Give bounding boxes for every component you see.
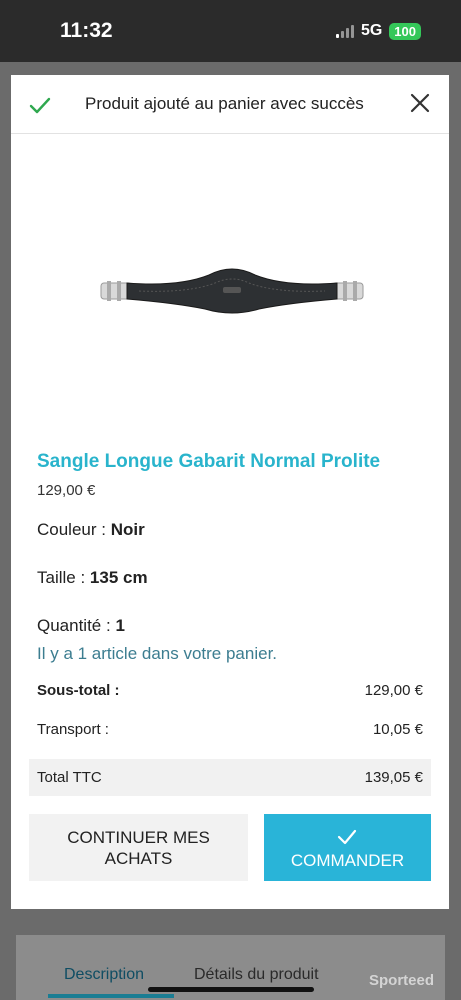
battery-icon: 100: [389, 22, 421, 40]
product-name[interactable]: Sangle Longue Gabarit Normal Prolite: [37, 451, 380, 473]
add-to-cart-modal: Produit ajouté au panier avec succès San…: [11, 75, 449, 909]
product-quantity: Quantité : 1: [37, 616, 125, 636]
product-price: 129,00 €: [37, 482, 96, 499]
total-value: 139,05 €: [364, 769, 423, 786]
size-value: 135 cm: [89, 568, 148, 587]
total-row: Total TTC 139,05 €: [37, 769, 423, 786]
clock: 11:32: [60, 19, 113, 42]
product-color: Couleur : Noir: [37, 520, 145, 540]
check-icon: [337, 829, 357, 845]
size-label: Taille :: [37, 568, 90, 587]
tab-description[interactable]: Description: [64, 966, 144, 984]
tab-product-details[interactable]: Détails du produit: [194, 966, 319, 984]
quantity-label: Quantité :: [37, 616, 116, 635]
checkout-button-label: COMMANDER: [290, 851, 405, 870]
color-value: Noir: [110, 520, 145, 539]
close-icon[interactable]: [409, 92, 431, 114]
continue-shopping-button[interactable]: CONTINUER MES ACHATS: [29, 814, 248, 881]
product-image: [100, 268, 364, 314]
shipping-label: Transport :: [37, 721, 109, 738]
network-type: 5G: [360, 22, 383, 39]
subtotal-value: 129,00 €: [364, 682, 423, 699]
home-indicator[interactable]: [148, 987, 314, 992]
total-label: Total TTC: [37, 769, 102, 786]
watermark: Sporteed: [369, 972, 435, 989]
active-tab-indicator: [48, 994, 174, 998]
color-label: Couleur :: [37, 520, 111, 539]
quantity-value: 1: [115, 616, 125, 635]
check-icon: [29, 97, 51, 114]
cellular-signal-icon: [335, 24, 354, 38]
modal-header: Produit ajouté au panier avec succès: [11, 75, 449, 134]
subtotal-label: Sous-total :: [37, 682, 120, 699]
subtotal-row: Sous-total : 129,00 €: [37, 682, 423, 699]
shipping-value: 10,05 €: [372, 721, 423, 738]
status-icons: 5G 100: [335, 22, 421, 40]
modal-title: Produit ajouté au panier avec succès: [85, 94, 364, 113]
status-bar: 11:32 5G 100: [0, 0, 461, 62]
shipping-row: Transport : 10,05 €: [37, 721, 423, 738]
cart-count-note: Il y a 1 article dans votre panier.: [37, 644, 278, 663]
product-size: Taille : 135 cm: [37, 568, 148, 588]
checkout-button[interactable]: COMMANDER: [264, 814, 431, 881]
